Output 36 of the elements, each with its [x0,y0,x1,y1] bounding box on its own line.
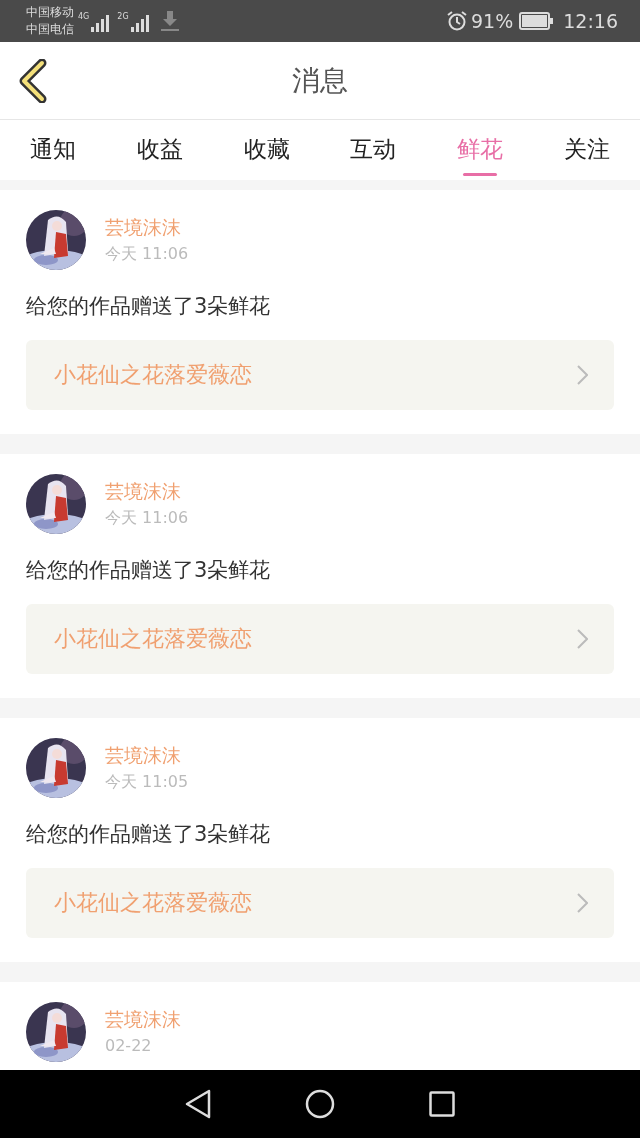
tab[interactable]: 收藏 [213,120,320,180]
tab[interactable]: 互动 [320,120,427,180]
recent-apps-icon[interactable] [429,1091,455,1117]
chevron-right-icon [577,893,588,913]
user-name[interactable]: 芸境沫沫 [105,480,189,502]
battery-percent: 91% [471,10,514,32]
network-type: 2G [117,12,129,21]
tab[interactable]: 鲜花 [426,120,534,180]
tab[interactable]: 通知 [0,120,107,180]
page-title: 消息 [292,63,348,97]
message-time: 今天 11:05 [105,772,189,792]
user-name[interactable]: 芸境沫沫 [105,1008,181,1030]
chevron-right-icon [577,365,588,385]
carrier-name: 中国移动 [26,4,74,21]
chevron-right-icon [577,629,588,649]
message-text: 给您的作品赠送了3朵鲜花 [26,557,272,584]
status-time: 12:16 [563,10,618,32]
tab[interactable]: 收益 [106,120,214,180]
work-link[interactable]: 小花仙之花落爱薇恋 [26,340,614,410]
message-time: 02-22 [105,1036,153,1056]
message-time: 今天 11:06 [105,244,189,264]
message-text: 给您的作品赠送了3朵鲜花 [26,821,272,848]
alarm-icon [447,11,467,31]
message-text: 给您的作品赠送了3朵鲜花 [26,293,272,320]
carrier-name: 中国电信 [26,21,74,38]
user-name[interactable]: 芸境沫沫 [105,216,189,238]
network-type: 4G [78,12,90,21]
message-time: 今天 11:06 [105,508,189,528]
home-icon[interactable] [305,1089,335,1119]
work-link[interactable]: 小花仙之花落爱薇恋 [26,868,614,938]
back-icon[interactable] [18,58,48,103]
work-link[interactable]: 小花仙之花落爱薇恋 [26,604,614,674]
tab[interactable]: 关注 [533,120,640,180]
user-name[interactable]: 芸境沫沫 [105,744,189,766]
download-icon [160,11,179,31]
battery-icon [519,12,554,30]
